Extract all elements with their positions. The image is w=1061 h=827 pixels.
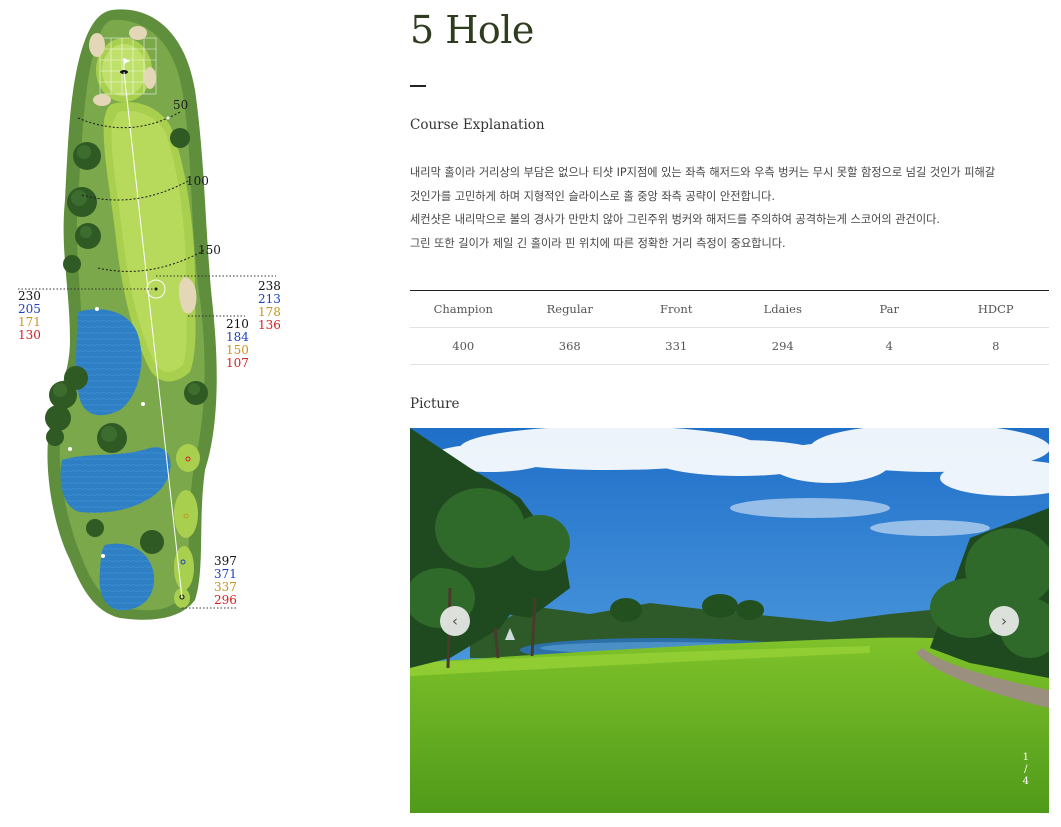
value-ladies: 294 — [771, 339, 794, 353]
picture-label: Picture — [410, 396, 460, 412]
svg-text:337: 337 — [214, 580, 237, 594]
svg-text:210: 210 — [226, 317, 249, 331]
next-photo-button[interactable]: › — [989, 606, 1019, 636]
scorecard-table: Champion Regular Front Ldaies Par HDCP 4… — [410, 290, 1049, 365]
header-champion: Champion — [433, 302, 493, 316]
description-line: 그린 또한 길이가 제일 긴 홀이라 핀 위치에 따른 정확한 거리 측정이 중… — [410, 236, 786, 250]
course-explanation-label: Course Explanation — [410, 117, 545, 133]
photo-pager: 1 / 4 — [1023, 752, 1029, 788]
svg-text:178: 178 — [258, 305, 281, 319]
distance-marker-150: 150 — [198, 243, 221, 257]
value-champion: 400 — [452, 339, 475, 353]
yardage-tee: 397 371 337 296 — [214, 554, 237, 607]
svg-text:184: 184 — [226, 330, 249, 344]
chevron-left-icon: ‹ — [452, 612, 458, 630]
hole-map: 50 100 150 230 205 171 130 238 213 178 1… — [18, 9, 281, 620]
scorecard-value-row: 400 368 331 294 4 8 — [410, 328, 1049, 365]
chevron-right-icon: › — [1001, 612, 1007, 630]
pager-current: 1 — [1022, 752, 1029, 763]
value-par: 4 — [885, 339, 893, 353]
pager-total: 4 — [1022, 776, 1029, 787]
yardage-right-mid: 210 184 150 107 — [226, 317, 249, 370]
svg-text:107: 107 — [226, 356, 249, 370]
header-regular: Regular — [546, 302, 593, 316]
yardage-right-top: 238 213 178 136 — [258, 279, 281, 332]
svg-text:171: 171 — [18, 315, 41, 329]
svg-text:230: 230 — [18, 289, 41, 303]
svg-text:397: 397 — [214, 554, 237, 568]
header-hdcp: HDCP — [977, 302, 1014, 316]
course-description: 내리막 홀이라 거리상의 부담은 없으나 티샷 IP지점에 있는 좌측 해저드와… — [410, 161, 1050, 255]
scorecard-header-row: Champion Regular Front Ldaies Par HDCP — [410, 291, 1049, 328]
description-line: 것인가를 고민하게 하며 지형적인 슬라이스로 홀 중앙 좌측 공략이 안전합니… — [410, 189, 775, 203]
value-front: 331 — [665, 339, 688, 353]
distance-marker-50: 50 — [173, 98, 188, 112]
prev-photo-button[interactable]: ‹ — [440, 606, 470, 636]
svg-text:205: 205 — [18, 302, 41, 316]
svg-text:136: 136 — [258, 318, 281, 332]
photo-carousel[interactable]: ‹ › 1 / 4 — [410, 428, 1049, 813]
svg-text:296: 296 — [214, 593, 237, 607]
title-divider — [410, 85, 426, 87]
svg-text:371: 371 — [214, 567, 237, 581]
course-photo — [410, 428, 1049, 813]
value-regular: 368 — [558, 339, 581, 353]
description-line: 세컨샷은 내리막으로 볼의 경사가 만만치 않아 그린주위 벙커와 해저드를 주… — [410, 213, 940, 226]
svg-text:130: 130 — [18, 328, 41, 342]
pager-separator: / — [1024, 764, 1028, 775]
svg-text:213: 213 — [258, 292, 281, 306]
hole-title: 5 Hole — [410, 8, 534, 52]
description-line: 내리막 홀이라 거리상의 부담은 없으나 티샷 IP지점에 있는 좌측 해저드와… — [410, 166, 996, 179]
header-par: Par — [879, 302, 900, 316]
yardage-left: 230 205 171 130 — [18, 289, 41, 342]
value-hdcp: 8 — [992, 339, 1000, 353]
header-front: Front — [660, 302, 693, 316]
header-ladies: Ldaies — [763, 302, 802, 316]
svg-text:238: 238 — [258, 279, 281, 293]
distance-marker-100: 100 — [186, 174, 209, 188]
svg-text:150: 150 — [226, 343, 249, 357]
